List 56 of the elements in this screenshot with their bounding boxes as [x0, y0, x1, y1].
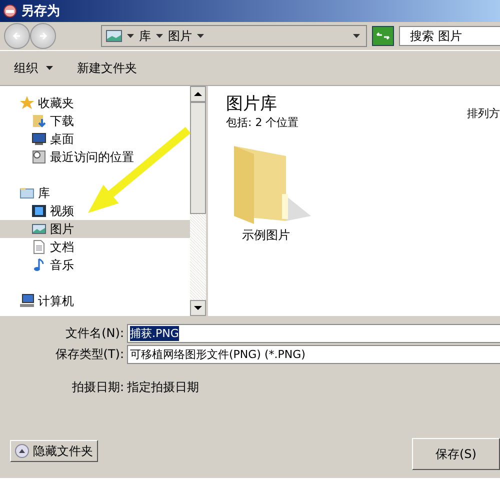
window-title: 另存为	[21, 3, 60, 20]
scrollbar[interactable]	[190, 86, 206, 316]
folder-label[interactable]: 示例图片	[242, 227, 290, 244]
save-button[interactable]: 保存(S)	[412, 438, 500, 470]
refresh-button[interactable]	[372, 26, 394, 46]
back-arrow-icon	[12, 31, 22, 41]
caret-icon	[197, 34, 204, 38]
sidebar-item[interactable]: 文档	[0, 238, 78, 256]
filename-field[interactable]: 捕获.PNG	[127, 324, 500, 343]
address-field[interactable]: 库 图片	[101, 25, 367, 47]
forward-button[interactable]	[30, 23, 56, 49]
sidebar-item[interactable]: 最近访问的位置	[0, 148, 138, 166]
forward-arrow-icon	[38, 31, 48, 41]
refresh-arrows-icon	[376, 31, 390, 41]
library-title: 图片库	[226, 93, 278, 115]
sidebar-item[interactable]: 音乐	[0, 256, 78, 274]
scroll-up-button	[190, 86, 206, 102]
film-icon	[32, 204, 46, 218]
field-label: 拍摄日期:	[70, 379, 125, 396]
field-label: 文件名(N):	[64, 325, 125, 342]
sidebar-item[interactable]: 收藏夹	[0, 94, 78, 112]
document-icon	[32, 240, 46, 254]
breadcrumb[interactable]: 图片	[168, 28, 192, 44]
dropdown-caret-icon	[353, 34, 360, 38]
star-icon	[20, 96, 34, 110]
arrange-by-label[interactable]: 排列方	[467, 92, 500, 130]
sidebar-item[interactable]: 桌面	[0, 130, 78, 148]
sidebar-item[interactable]: 库	[0, 184, 54, 202]
picture-icon	[32, 222, 46, 236]
music-note-icon	[32, 258, 46, 272]
date-link[interactable]: 指定拍摄日期	[127, 379, 199, 396]
window-icon	[3, 4, 17, 18]
scroll-thumb[interactable]	[190, 102, 206, 214]
caret-icon	[46, 66, 53, 70]
field-label: 保存类型(T):	[54, 346, 125, 363]
library-folder-icon	[20, 186, 34, 200]
computer-icon	[20, 294, 34, 308]
toolbar-button[interactable]: 新建文件夹	[71, 58, 143, 78]
sidebar-item[interactable]: 图片	[0, 220, 190, 238]
back-button[interactable]	[4, 23, 30, 49]
file-type-dropdown[interactable]: 可移植网络图形文件(PNG) (*.PNG)	[127, 345, 500, 364]
breadcrumb[interactable]: 库	[139, 28, 151, 44]
download-folder-icon	[32, 114, 46, 128]
search-field[interactable]: 搜索 图片	[399, 26, 500, 46]
picture-icon	[106, 30, 122, 42]
sidebar-item[interactable]: 视频	[0, 202, 78, 220]
sidebar-item[interactable]: 计算机	[0, 292, 78, 310]
hide-folders-button[interactable]: 隐藏文件夹	[10, 440, 98, 462]
recent-places-icon	[32, 150, 46, 164]
organize-menu[interactable]: 组织	[8, 58, 59, 78]
library-subtitle: 包括: 2 个位置	[226, 115, 299, 130]
monitor-icon	[32, 132, 46, 146]
caret-icon	[156, 34, 163, 38]
sidebar-item[interactable]: 下载	[0, 112, 78, 130]
caret-icon	[127, 34, 134, 38]
scroll-down-button	[190, 300, 206, 316]
